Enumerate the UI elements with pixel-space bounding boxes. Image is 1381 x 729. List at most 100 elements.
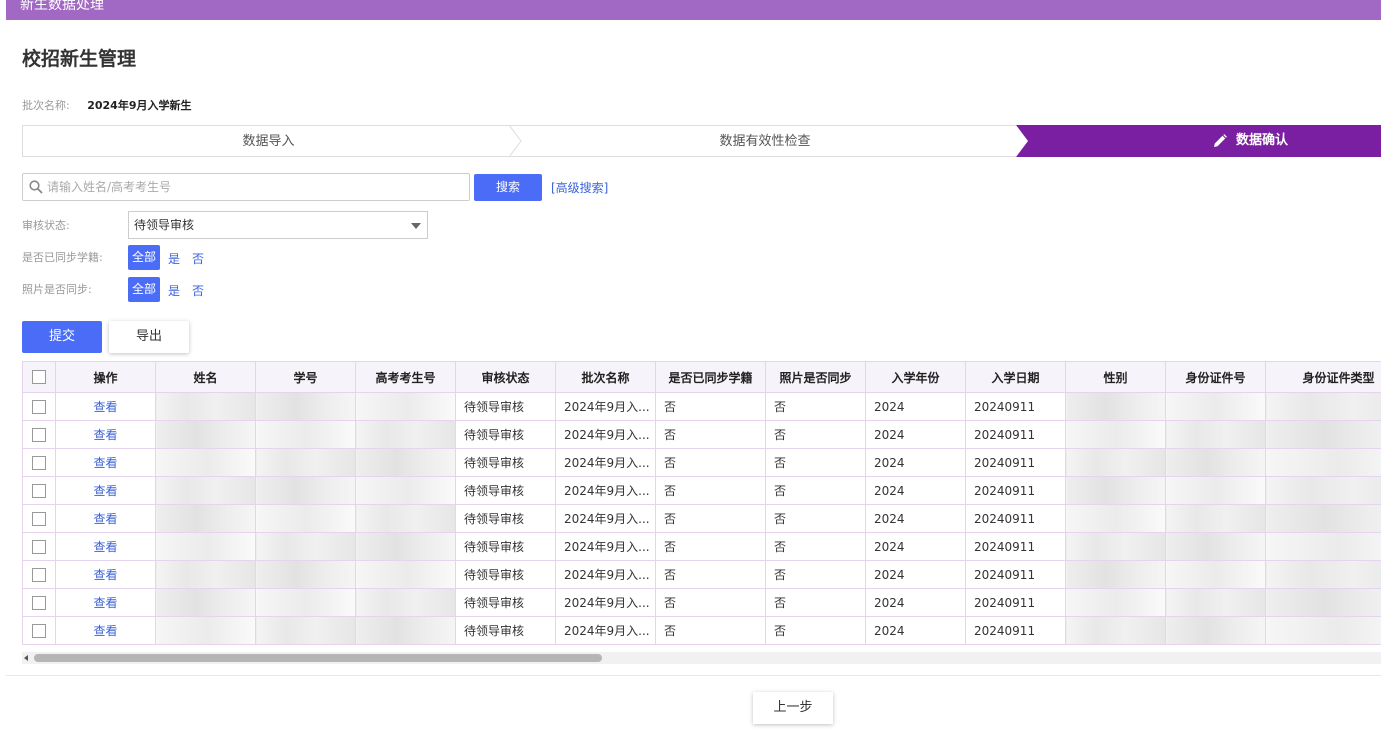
step-progress: 数据导入 数据有效性检查 数据确认 bbox=[22, 125, 1381, 157]
name-cell bbox=[155, 476, 256, 505]
batch-cell: 2024年9月入... bbox=[555, 588, 656, 617]
id-type-cell bbox=[1265, 420, 1381, 449]
row-checkbox[interactable] bbox=[32, 539, 46, 554]
view-link[interactable]: 查看 bbox=[93, 484, 117, 498]
status-cell: 待领导审核 bbox=[455, 532, 556, 561]
step-data-validation[interactable]: 数据有效性检查 bbox=[514, 125, 1016, 157]
sync-photo-option-no[interactable]: 否 bbox=[192, 282, 204, 299]
sync-photo-option-all[interactable]: 全部 bbox=[128, 277, 160, 302]
sync-photo-cell: 否 bbox=[765, 588, 866, 617]
column-header[interactable]: 身份证件号 bbox=[1165, 361, 1266, 393]
op-cell: 查看 bbox=[55, 448, 156, 477]
batch-cell: 2024年9月入... bbox=[555, 532, 656, 561]
sync-photo-cell: 否 bbox=[765, 420, 866, 449]
sync-roll-cell: 否 bbox=[655, 616, 766, 645]
id-type-cell bbox=[1265, 560, 1381, 589]
view-link[interactable]: 查看 bbox=[93, 540, 117, 554]
column-header[interactable]: 批次名称 bbox=[555, 361, 656, 393]
step-data-confirm[interactable]: 数据确认 bbox=[1016, 125, 1381, 157]
row-checkbox[interactable] bbox=[32, 483, 46, 498]
column-header[interactable]: 审核状态 bbox=[455, 361, 556, 393]
sync-photo-cell: 否 bbox=[765, 560, 866, 589]
submit-button[interactable]: 提交 bbox=[22, 321, 102, 353]
search-button[interactable]: 搜索 bbox=[474, 174, 542, 201]
row-select-cell bbox=[22, 392, 56, 421]
column-header[interactable]: 身份证件类型 bbox=[1265, 361, 1381, 393]
sync-photo-cell: 否 bbox=[765, 448, 866, 477]
column-header[interactable]: 是否已同步学籍 bbox=[655, 361, 766, 393]
column-header[interactable]: 姓名 bbox=[155, 361, 256, 393]
row-checkbox[interactable] bbox=[32, 455, 46, 470]
year-cell: 2024 bbox=[865, 448, 966, 477]
table-row: 查看 待领导审核 2024年9月入... 否否 2024 20240911 bbox=[22, 504, 1381, 533]
view-link[interactable]: 查看 bbox=[93, 568, 117, 582]
student-id-cell bbox=[255, 420, 356, 449]
column-header[interactable]: 学号 bbox=[255, 361, 356, 393]
gender-cell bbox=[1065, 476, 1166, 505]
view-link[interactable]: 查看 bbox=[93, 512, 117, 526]
id-number-cell bbox=[1165, 448, 1266, 477]
view-link[interactable]: 查看 bbox=[93, 456, 117, 470]
view-link[interactable]: 查看 bbox=[93, 596, 117, 610]
row-checkbox[interactable] bbox=[32, 567, 46, 582]
sync-roll-cell: 否 bbox=[655, 476, 766, 505]
student-id-cell bbox=[255, 392, 356, 421]
column-header[interactable]: 高考考生号 bbox=[355, 361, 456, 393]
column-header[interactable]: 性别 bbox=[1065, 361, 1166, 393]
id-type-cell bbox=[1265, 588, 1381, 617]
row-checkbox[interactable] bbox=[32, 427, 46, 442]
student-id-cell bbox=[255, 448, 356, 477]
page-title: 校招新生管理 bbox=[22, 48, 137, 70]
prev-step-button[interactable]: 上一步 bbox=[753, 692, 833, 724]
status-cell: 待领导审核 bbox=[455, 588, 556, 617]
horizontal-scrollbar[interactable] bbox=[22, 652, 1381, 664]
student-id-cell bbox=[255, 504, 356, 533]
row-checkbox[interactable] bbox=[32, 623, 46, 638]
row-checkbox[interactable] bbox=[32, 595, 46, 610]
id-type-cell bbox=[1265, 532, 1381, 561]
column-header[interactable]: 入学年份 bbox=[865, 361, 966, 393]
pencil-icon bbox=[1214, 133, 1227, 147]
column-header[interactable]: 入学日期 bbox=[965, 361, 1066, 393]
view-link[interactable]: 查看 bbox=[93, 624, 117, 638]
batch-cell: 2024年9月入... bbox=[555, 560, 656, 589]
view-link[interactable]: 查看 bbox=[93, 400, 117, 414]
sync-roll-option-no[interactable]: 否 bbox=[192, 250, 204, 267]
batch-cell: 2024年9月入... bbox=[555, 420, 656, 449]
student-table: 操作 姓名 学号 高考考生号 审核状态 批次名称 是否已同步学籍 照片是否同步 … bbox=[22, 361, 1381, 652]
name-cell bbox=[155, 392, 256, 421]
table-header-row: 操作 姓名 学号 高考考生号 审核状态 批次名称 是否已同步学籍 照片是否同步 … bbox=[22, 361, 1381, 393]
select-all-cell bbox=[22, 361, 56, 393]
op-cell: 查看 bbox=[55, 588, 156, 617]
batch-value: 2024年9月入学新生 bbox=[87, 99, 192, 112]
scroll-left-icon[interactable] bbox=[24, 655, 28, 661]
exam-id-cell bbox=[355, 588, 456, 617]
batch-cell: 2024年9月入... bbox=[555, 476, 656, 505]
export-button[interactable]: 导出 bbox=[109, 321, 189, 353]
row-select-cell bbox=[22, 448, 56, 477]
select-all-checkbox[interactable] bbox=[32, 370, 46, 385]
search-input[interactable] bbox=[47, 178, 457, 196]
table-row: 查看 待领导审核 2024年9月入... 否否 2024 20240911 bbox=[22, 448, 1381, 477]
date-cell: 20240911 bbox=[965, 532, 1066, 561]
status-cell: 待领导审核 bbox=[455, 504, 556, 533]
gender-cell bbox=[1065, 588, 1166, 617]
column-header[interactable]: 照片是否同步 bbox=[765, 361, 866, 393]
sync-roll-option-all[interactable]: 全部 bbox=[128, 245, 160, 270]
id-type-cell bbox=[1265, 616, 1381, 645]
op-cell: 查看 bbox=[55, 532, 156, 561]
review-status-select[interactable]: 待领导审核 bbox=[128, 211, 428, 239]
year-cell: 2024 bbox=[865, 560, 966, 589]
sync-photo-option-yes[interactable]: 是 bbox=[168, 282, 180, 299]
sync-roll-cell: 否 bbox=[655, 392, 766, 421]
row-checkbox[interactable] bbox=[32, 399, 46, 414]
sync-roll-option-yes[interactable]: 是 bbox=[168, 250, 180, 267]
row-checkbox[interactable] bbox=[32, 511, 46, 526]
batch-label: 批次名称: bbox=[22, 99, 70, 112]
gender-cell bbox=[1065, 532, 1166, 561]
scrollbar-thumb[interactable] bbox=[34, 654, 602, 662]
advanced-search-link[interactable]: [高级搜索] bbox=[551, 179, 608, 196]
view-link[interactable]: 查看 bbox=[93, 428, 117, 442]
step-data-import[interactable]: 数据导入 bbox=[22, 125, 514, 157]
name-cell bbox=[155, 504, 256, 533]
